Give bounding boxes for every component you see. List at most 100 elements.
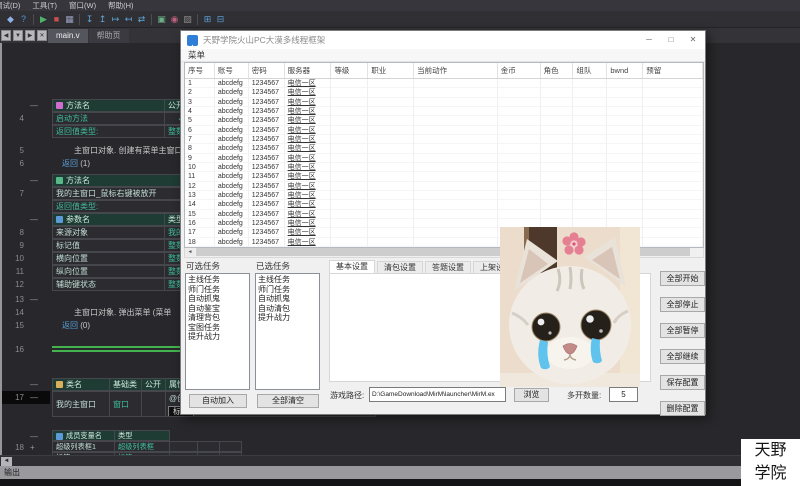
account-row[interactable]: 8 abcdefg 1234567 电信一区 [185,144,703,154]
column-header-5[interactable]: 职业 [368,63,415,78]
help-icon[interactable]: ? [17,12,30,27]
dialog-titlebar[interactable]: ▲ 天野学院火山PC大漠多线程框架 [181,31,705,50]
step-out-icon[interactable]: ↥ [96,12,109,27]
volcano-icon[interactable]: ◆ [4,12,17,27]
fold-marker[interactable]: — [30,378,38,391]
resource-icon[interactable]: ◉ [168,12,181,27]
run-to-cursor-icon[interactable]: ⇄ [135,12,148,27]
task-item[interactable]: 提升战力 [258,313,319,323]
code-statement[interactable]: 主窗口对象. 弹出菜单 (菜单 [74,306,171,319]
account-row[interactable]: 9 abcdefg 1234567 电信一区 [185,153,703,163]
menu-item-2[interactable]: 窗口(W) [63,0,102,11]
column-header-0[interactable]: 序号 [185,63,215,78]
task-item[interactable]: 提升战力 [188,332,249,342]
editor-tab-main.v[interactable]: main.v [48,29,88,43]
column-header-8[interactable]: 角色 [541,63,574,78]
step-over-icon[interactable]: ↦ [109,12,122,27]
account-row[interactable]: 12 abcdefg 1234567 电信一区 [185,181,703,191]
browse-button[interactable]: 浏览 [514,388,549,402]
account-row[interactable]: 1 abcdefg 1234567 电信一区 [185,79,703,89]
task-item[interactable]: 自动抓鬼 [258,294,319,304]
image-resource-icon[interactable]: ▣ [155,12,168,27]
account-row[interactable]: 13 abcdefg 1234567 电信一区 [185,190,703,201]
profile-icon[interactable]: ▦ [63,12,76,27]
tab-nav-button-0[interactable]: ◀ [1,30,11,41]
code-statement[interactable]: 返回 (0) [62,319,90,332]
account-row[interactable]: 6 abcdefg 1234567 电信一区 [185,125,703,135]
task-item[interactable]: 自动抓鬼 [188,294,249,304]
menu-item-0[interactable]: 调试(D) [0,0,26,11]
account-row[interactable]: 15 abcdefg 1234567 电信一区 [185,209,703,219]
column-header-1[interactable]: 账号 [215,63,249,78]
scroll-left-button[interactable]: ◄ [1,457,12,466]
task-item[interactable]: 师门任务 [258,285,319,295]
step-back-icon[interactable]: ↤ [122,12,135,27]
run-icon[interactable]: ▶ [37,12,50,27]
fold-marker[interactable]: — [30,293,38,306]
code-section-header[interactable]: 成员变量名 类型 [52,430,170,441]
column-header-9[interactable]: 组队 [573,63,608,78]
window-list-icon[interactable]: ⊟ [214,12,227,27]
table-scroll-left-button[interactable]: ◄ [185,248,195,256]
column-header-11[interactable]: 预留 [643,63,703,78]
column-header-7[interactable]: 金币 [498,63,541,78]
code-statement[interactable]: 返回 (1) [62,157,90,170]
menu-item-1[interactable]: 工具(T) [26,0,63,11]
action-button-5[interactable]: 删除配置 [660,401,705,416]
account-row[interactable]: 5 abcdefg 1234567 电信一区 [185,116,703,126]
clear-all-button[interactable]: 全部清空 [257,394,319,408]
tab-nav-button-1[interactable]: ▼ [13,30,23,41]
column-header-10[interactable]: bwnd [607,63,644,78]
editor-tab-帮助页[interactable]: 帮助页 [88,29,129,43]
step-into-icon[interactable]: ↧ [83,12,96,27]
column-header-4[interactable]: 等级 [331,63,369,78]
disabled-icon[interactable]: ▨ [181,12,194,27]
action-button-4[interactable]: 保存配置 [660,375,705,390]
tab-nav-button-2[interactable]: ▶ [25,30,35,41]
code-row[interactable]: 超级列表框1 超级列表框 [52,441,242,452]
editor-hscrollbar[interactable]: ◄ [0,455,800,466]
game-path-input[interactable]: D:\GameDownload\MirM\launcher\MirM.ex [369,387,506,402]
account-row[interactable]: 10 abcdefg 1234567 电信一区 [185,162,703,173]
task-item[interactable]: 宝图任务 [188,323,249,333]
minimize-button[interactable]: ─ [639,31,659,49]
new-window-icon[interactable]: ⊞ [201,12,214,27]
panel-splitter[interactable] [0,43,2,466]
task-item[interactable]: 自动清包 [258,304,319,314]
settings-tab-0[interactable]: 基本设置 [329,260,375,274]
task-item[interactable]: 主线任务 [188,275,249,285]
account-row[interactable]: 11 abcdefg 1234567 电信一区 [185,172,703,182]
multi-open-input[interactable]: 5 [609,387,638,402]
close-button[interactable]: ✕ [683,31,703,49]
fold-marker[interactable]: — [30,99,38,112]
accounts-table-header[interactable]: 序号 账号 密码 服务器 等级 职业 当前动作 金币 角色 组队 bwnd 预留 [185,63,703,79]
code-statement[interactable]: 主窗口对象. 创建有菜单主窗口 ( [74,144,187,157]
column-header-2[interactable]: 密码 [249,63,285,78]
task-item[interactable]: 自动鉴宝 [188,304,249,314]
account-row[interactable]: 3 abcdefg 1234567 电信一区 [185,97,703,107]
task-item[interactable]: 师门任务 [188,285,249,295]
task-item[interactable]: 清理背包 [188,313,249,323]
fold-marker[interactable]: — [30,213,38,226]
menu-item-3[interactable]: 帮助(H) [102,0,139,11]
accounts-table[interactable]: 序号 账号 密码 服务器 等级 职业 当前动作 金币 角色 组队 bwnd 预留 1 abcdefg 12… [184,62,704,248]
auto-add-button[interactable]: 自动加入 [189,394,247,408]
account-row[interactable]: 2 abcdefg 1234567 电信一区 [185,88,703,98]
task-item[interactable]: 主线任务 [258,275,319,285]
account-row[interactable]: 7 abcdefg 1234567 电信一区 [185,134,703,145]
column-header-3[interactable]: 服务器 [285,63,332,78]
accounts-table-body[interactable]: 1 abcdefg 1234567 电信一区 2 abcdefg 1234567 电信一区 3 a… [185,79,703,247]
action-button-3[interactable]: 全部继续 [660,349,705,364]
fold-marker[interactable]: — [30,391,38,404]
maximize-button[interactable]: □ [661,31,681,49]
column-header-6[interactable]: 当前动作 [414,63,498,78]
available-tasks-listbox[interactable]: 主线任务 师门任务 自动抓鬼 自动鉴宝 清理背包 宝图任务 提升战力 [185,273,250,390]
account-row[interactable]: 4 abcdefg 1234567 电信一区 [185,106,703,117]
selected-tasks-listbox[interactable]: 主线任务 师门任务 自动抓鬼 自动清包 提升战力 [255,273,320,390]
action-button-1[interactable]: 全部停止 [660,297,705,312]
tab-nav-button-3[interactable]: ✕ [37,30,47,41]
account-row[interactable]: 14 abcdefg 1234567 电信一区 [185,200,703,210]
fold-marker[interactable]: — [30,174,38,187]
dialog-menu-item[interactable]: 菜单 [181,49,705,62]
action-button-0[interactable]: 全部开始 [660,271,705,286]
